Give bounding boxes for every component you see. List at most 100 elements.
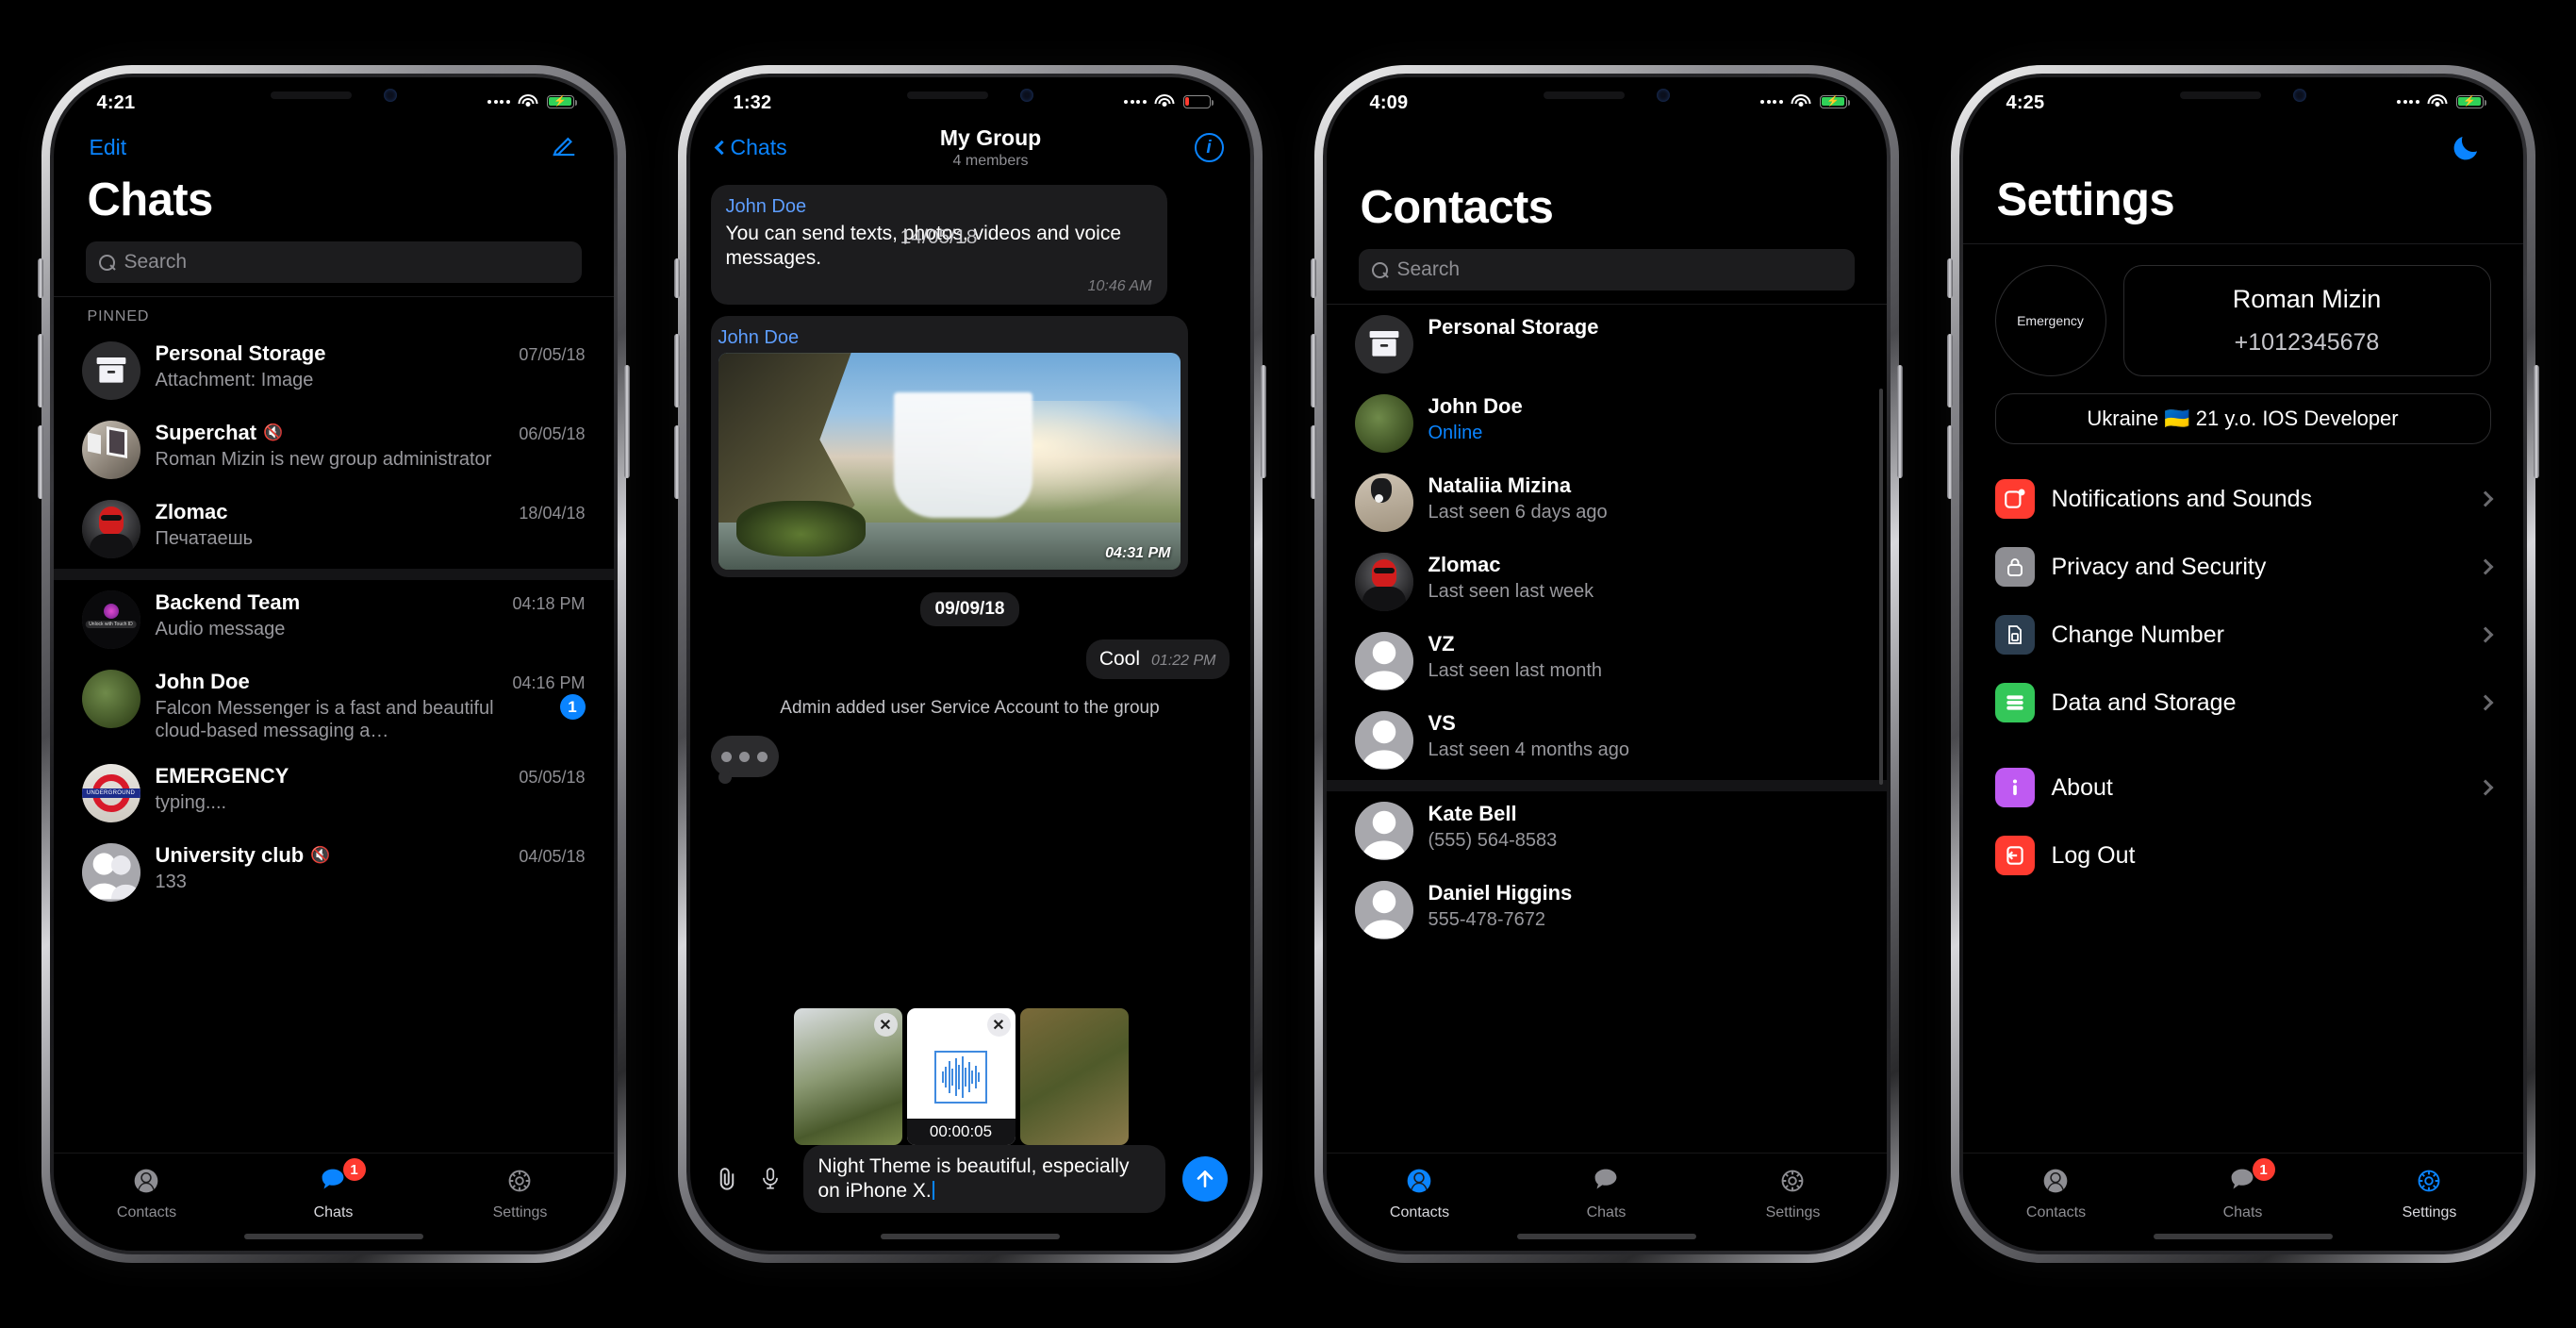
attachment-thumbnail-image[interactable] [1019,1008,1129,1145]
home-indicator[interactable] [2153,1234,2333,1239]
avatar[interactable] [1354,473,1413,532]
tab-contacts[interactable]: Contacts [54,1163,239,1221]
attachment-thumbnail-audio[interactable]: ✕ 00:00:05 [906,1008,1016,1145]
message-bubble-incoming[interactable]: John Doe You can send texts, photos, vid… [710,184,1167,306]
chat-name: John Doe [155,670,250,693]
list-item[interactable]: University club 🔇 04/05/18 133 [54,833,614,912]
tab-contacts[interactable]: Contacts [1963,1163,2148,1221]
power-button[interactable] [1260,365,1266,478]
tab-chats[interactable]: 1 Chats [240,1158,425,1221]
mute-switch[interactable] [37,258,43,298]
tab-settings[interactable]: Settings [1700,1163,1885,1221]
settings-item-change-number[interactable]: Change Number [1963,601,2523,669]
avatar[interactable]: UNDERGROUND [81,763,140,822]
home-indicator[interactable] [880,1234,1060,1239]
avatar[interactable] [1354,802,1413,860]
tab-label: Chats [2222,1204,2263,1220]
edit-button[interactable]: Edit [90,135,127,160]
tab-badge: 1 [2252,1158,2275,1181]
list-item[interactable]: Zlomac 18/04/18 Печатаешь [54,490,614,569]
avatar[interactable] [81,842,140,902]
power-button[interactable] [623,365,630,478]
settings-item-notifications-and-sounds[interactable]: Notifications and Sounds [1963,465,2523,533]
mute-switch[interactable] [1946,258,1953,298]
conversation-title-block[interactable]: My Group 4 members [797,125,1185,170]
volume-up-button[interactable] [37,334,43,407]
settings-item-about[interactable]: About [1963,754,2523,822]
avatar[interactable] [1354,711,1413,770]
avatar[interactable] [81,421,140,479]
list-item[interactable]: UNDERGROUND EMERGENCY 05/05/18 typing.... [54,754,614,833]
list-item[interactable]: Personal Storage 07/05/18 Attachment: Imag… [54,331,614,410]
avatar[interactable] [81,341,140,400]
volume-up-button[interactable] [1310,334,1316,407]
avatar[interactable] [81,500,140,558]
close-icon[interactable]: ✕ [873,1013,898,1037]
message-bubble-outgoing[interactable]: Cool 01:22 PM [1085,639,1230,680]
mute-switch[interactable] [673,258,680,298]
list-item[interactable]: Unlock with Touch ID Backend Team 04:18 PM… [54,580,614,659]
tab-settings[interactable]: Settings [427,1163,612,1221]
volume-down-button[interactable] [1310,425,1316,499]
list-item[interactable]: Daniel Higgins 555-478-7672 [1327,871,1887,950]
chat-name: Superchat 🔇 [155,421,284,444]
microphone-icon[interactable] [758,1163,786,1195]
volume-down-button[interactable] [1946,425,1953,499]
avatar[interactable] [81,670,140,728]
profile-bio[interactable]: Ukraine 🇺🇦 21 y.o. IOS Developer [1994,393,2491,444]
settings-item-data-and-storage[interactable]: Data and Storage [1963,669,2523,737]
profile-header: Emergency Roman Mizin +1012345678 [1963,244,2523,376]
close-icon[interactable]: ✕ [986,1013,1011,1037]
volume-up-button[interactable] [1946,334,1953,407]
back-button[interactable]: Chats [714,135,787,160]
list-item[interactable]: Kate Bell (555) 564-8583 [1327,791,1887,871]
power-button[interactable] [1896,365,1903,478]
attachment-thumbnail-image[interactable]: ✕ [793,1008,902,1145]
power-button[interactable] [2533,365,2539,478]
list-item[interactable]: VS Last seen 4 months ago [1327,701,1887,780]
volume-down-button[interactable] [673,425,680,499]
info-icon[interactable]: i [1194,133,1224,163]
emergency-avatar[interactable]: Emergency [1994,265,2106,376]
message-time: 04:31 PM [1105,545,1171,562]
list-item[interactable]: John Doe 04:16 PM Falcon Messenger is a fa… [54,659,614,754]
moon-icon[interactable] [2450,132,2482,164]
tab-chats[interactable]: Chats [1513,1163,1698,1221]
message-input[interactable]: Night Theme is beautiful, especially on … [802,1144,1165,1214]
home-indicator[interactable] [243,1234,423,1239]
list-item[interactable]: Superchat 🔇 06/05/18 Roman Mizin is new gro… [54,410,614,490]
tab-settings[interactable]: Settings [2337,1163,2521,1221]
tab-contacts[interactable]: Contacts [1327,1163,1511,1221]
volume-down-button[interactable] [37,425,43,499]
search-input[interactable]: Search [1358,249,1855,290]
divider [1326,780,1887,791]
list-item[interactable]: John Doe Online [1327,384,1887,463]
mute-switch[interactable] [1310,258,1316,298]
avatar[interactable] [1354,553,1413,611]
tab-chats[interactable]: 1 Chats [2150,1158,2335,1221]
home-indicator[interactable] [1516,1234,1696,1239]
settings-item-privacy-and-security[interactable]: Privacy and Security [1963,533,2523,601]
avatar[interactable] [1354,394,1413,453]
compose-icon[interactable] [550,131,578,164]
chat-list: Unlock with Touch ID Backend Team 04:18 PM… [54,580,614,912]
avatar[interactable] [1354,881,1413,939]
list-item[interactable]: Nataliia Mizina Last seen 6 days ago [1327,463,1887,542]
status-bar: 1:32 [690,77,1250,123]
scrollbar[interactable] [1878,389,1883,785]
avatar[interactable] [1354,632,1413,690]
paperclip-icon[interactable] [713,1163,741,1195]
list-item[interactable]: Zlomac Last seen last week [1327,542,1887,622]
chat-name: EMERGENCY [155,763,289,788]
send-up-arrow-icon[interactable] [1181,1156,1228,1202]
volume-up-button[interactable] [673,334,680,407]
avatar[interactable]: Unlock with Touch ID [81,590,140,649]
settings-item-log-out[interactable]: Log Out [1963,822,2523,889]
search-input[interactable]: Search [85,241,582,283]
list-item[interactable]: VZ Last seen last month [1327,622,1887,701]
profile-card[interactable]: Roman Mizin +1012345678 [2122,265,2491,376]
list-item[interactable]: Personal Storage [1327,305,1887,384]
avatar[interactable] [1354,315,1413,374]
message-photo[interactable]: 04:31 PM [718,353,1181,571]
message-bubble-photo[interactable]: John Doe 04:31 PM [710,316,1188,578]
